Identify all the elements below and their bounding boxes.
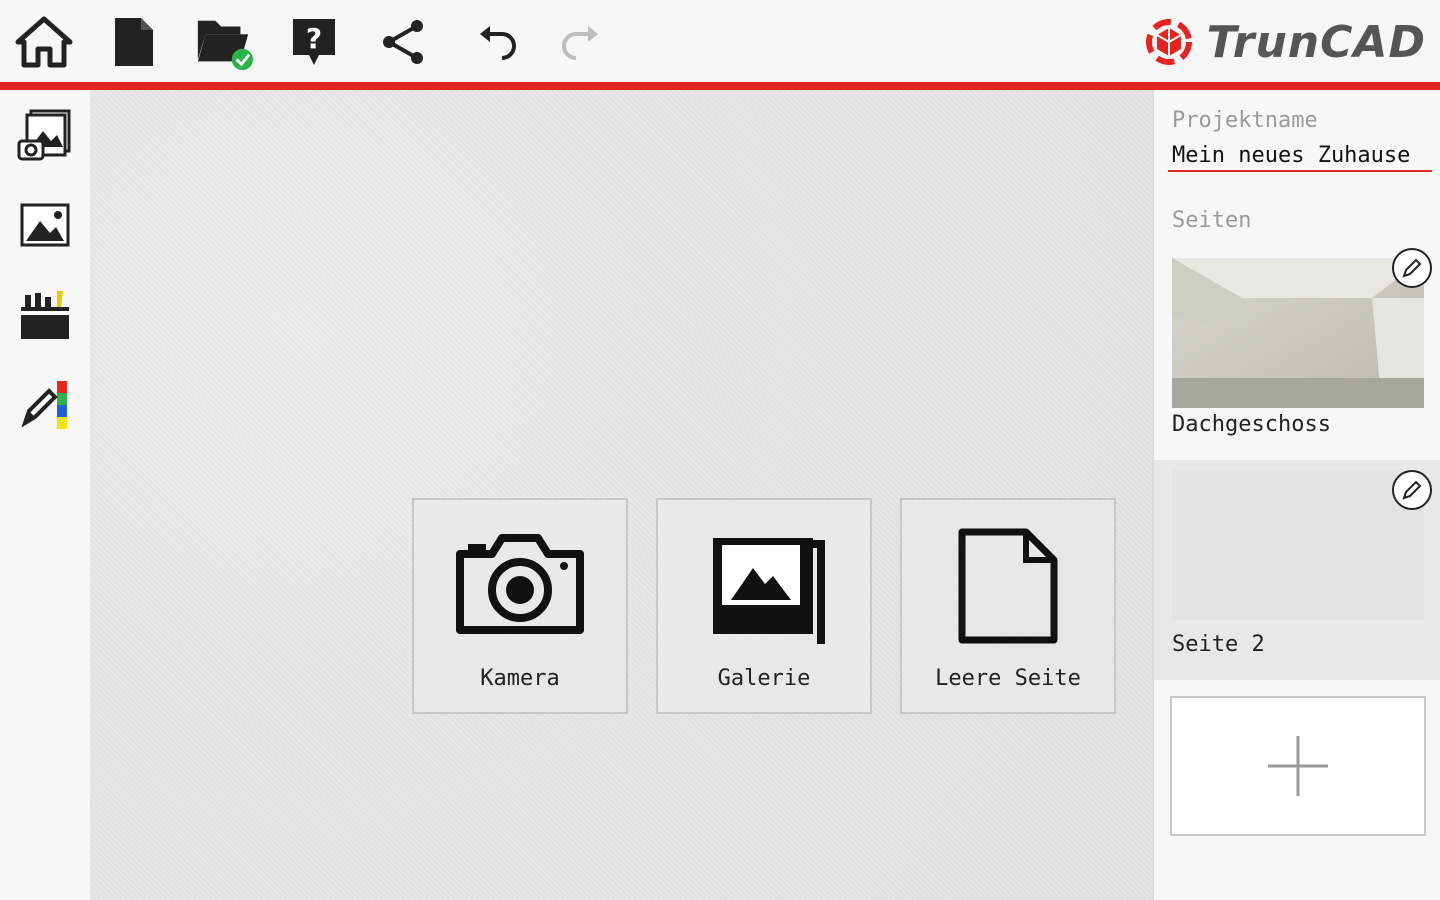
logo-text: TrunCAD [1206,16,1426,68]
pages-label: Seiten [1172,208,1252,233]
open-folder-saved-icon[interactable] [194,12,254,72]
project-name-input[interactable] [1168,140,1432,172]
gallery-icon [713,538,825,644]
blank-page-icon [958,528,1058,644]
image-tool-icon[interactable] [14,194,76,256]
plus-icon [1268,736,1328,796]
share-icon[interactable] [374,12,434,72]
pencil-colors-icon[interactable] [14,374,76,436]
page-item-seite-2-selected[interactable]: Seite 2 [1154,460,1440,680]
project-panel: Projektname Seiten Dachgeschoss Seite 2 [1152,90,1440,900]
page-thumbnail-dachgeschoss [1172,258,1424,408]
gallery-tile-label: Galerie [717,666,811,691]
page-thumbnail-blank [1172,470,1424,620]
truncad-logo: TrunCAD [1141,12,1426,72]
toolbox-icon[interactable] [14,284,76,346]
help-icon[interactable]: ? [284,12,344,72]
blank-page-tile-label: Leere Seite [935,666,1081,691]
pencil-icon [1402,480,1422,500]
home-icon[interactable] [14,12,74,72]
redo-icon[interactable] [550,12,610,72]
blank-page-tile-button[interactable]: Leere Seite [900,498,1116,714]
pencil-icon [1402,258,1422,278]
add-page-button[interactable] [1170,696,1426,836]
camera-icon [456,534,584,634]
new-document-icon[interactable] [104,12,164,72]
camera-tile-label: Kamera [480,666,560,691]
top-toolbar: ? TrunCAD [0,0,1440,82]
camera-tile-button[interactable]: Kamera [412,498,628,714]
edit-page-button[interactable] [1392,248,1432,288]
page-label: Seite 2 [1172,632,1265,657]
truncad-logo-icon [1145,19,1192,65]
svg-text:?: ? [306,22,322,55]
page-label: Dachgeschoss [1172,412,1331,437]
undo-icon[interactable] [468,12,528,72]
project-name-label: Projektname [1172,108,1318,133]
photo-camera-tool-icon[interactable] [14,104,76,166]
edit-page-button[interactable] [1392,470,1432,510]
gallery-tile-button[interactable]: Galerie [656,498,872,714]
accent-divider [0,82,1440,90]
page-item-dachgeschoss[interactable]: Dachgeschoss [1154,248,1440,458]
canvas-area: Kamera Galerie Leere Seite [90,90,1152,900]
left-sidebar [0,90,90,900]
